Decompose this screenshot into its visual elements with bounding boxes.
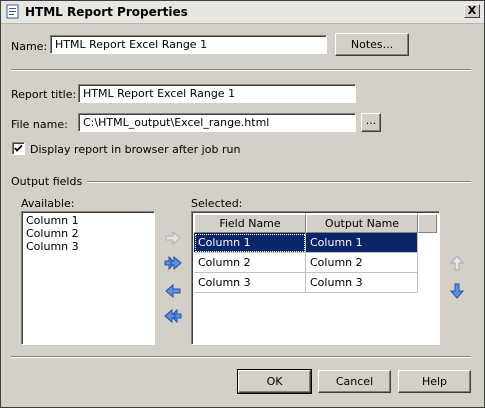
column-header-field-name[interactable]: Field Name xyxy=(194,214,306,233)
move-all-left-icon[interactable] xyxy=(164,308,182,324)
output-fields-label: Output fields xyxy=(11,175,83,188)
table-cell[interactable]: Column 2 xyxy=(194,253,306,273)
notes-button[interactable]: Notes... xyxy=(335,33,409,56)
file-name-label: File name: xyxy=(11,118,68,131)
ok-button[interactable]: OK xyxy=(237,369,312,394)
table-cell[interactable]: Column 3 xyxy=(194,273,306,293)
divider xyxy=(11,69,471,71)
move-down-icon[interactable] xyxy=(450,283,464,299)
title-bar: HTML Report Properties X xyxy=(1,1,484,24)
report-title-input[interactable]: HTML Report Excel Range 1 xyxy=(78,84,356,103)
move-left-icon[interactable] xyxy=(164,283,182,299)
window-title: HTML Report Properties xyxy=(25,5,188,19)
name-input[interactable]: HTML Report Excel Range 1 xyxy=(50,35,327,54)
group-divider xyxy=(87,181,471,183)
file-name-input[interactable]: C:\HTML_output\Excel_range.html xyxy=(78,113,356,132)
available-listbox[interactable]: Column 1 Column 2 Column 3 xyxy=(21,211,155,345)
selected-fields-grid[interactable]: Field Name Output Name Column 1 Column 1… xyxy=(191,211,440,345)
column-header-output-name[interactable]: Output Name xyxy=(306,214,418,233)
table-cell[interactable]: Column 2 xyxy=(306,253,418,273)
selected-label: Selected: xyxy=(191,197,243,210)
browse-button[interactable]: ... xyxy=(361,113,381,132)
dialog-window: HTML Report Properties X Name: HTML Repo… xyxy=(0,0,485,408)
table-cell[interactable]: Column 1 xyxy=(194,233,306,253)
table-cell[interactable]: Column 3 xyxy=(306,273,418,293)
cancel-button[interactable]: Cancel xyxy=(318,370,391,393)
report-document-icon xyxy=(6,4,19,19)
list-item[interactable]: Column 3 xyxy=(24,240,152,253)
report-title-label: Report title: xyxy=(11,88,77,101)
display-in-browser-checkbox[interactable] xyxy=(12,142,25,155)
column-header-spacer xyxy=(418,214,437,233)
list-item[interactable]: Column 2 xyxy=(24,227,152,240)
display-in-browser-label: Display report in browser after job run xyxy=(30,143,241,156)
table-cell[interactable]: Column 1 xyxy=(306,233,418,253)
close-icon: X xyxy=(467,4,477,17)
checkmark-icon xyxy=(14,144,23,152)
close-button[interactable]: X xyxy=(464,4,480,18)
list-item[interactable]: Column 1 xyxy=(24,214,152,227)
name-label: Name: xyxy=(11,40,48,53)
bottom-divider xyxy=(11,356,471,358)
move-right-icon[interactable] xyxy=(164,230,182,246)
move-up-icon[interactable] xyxy=(450,255,464,271)
move-all-right-icon[interactable] xyxy=(164,255,182,271)
help-button[interactable]: Help xyxy=(398,370,471,393)
available-label: Available: xyxy=(21,197,75,210)
